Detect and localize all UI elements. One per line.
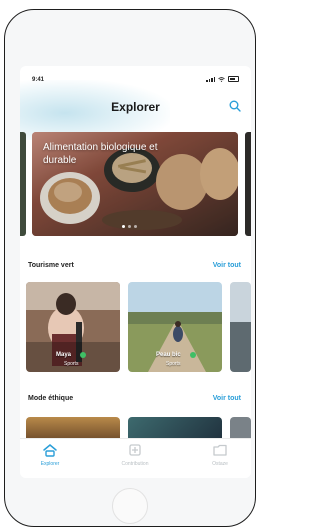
page-title: Explorer <box>111 100 160 114</box>
verified-badge-icon <box>80 352 86 358</box>
card-peau-bic[interactable]: Peau bic Sports <box>128 282 222 372</box>
tab-label: Ostaze <box>212 461 228 467</box>
carousel-dot[interactable] <box>122 225 125 228</box>
contribution-icon <box>129 444 141 456</box>
card-image <box>26 282 120 372</box>
card-category: Sports <box>166 361 181 367</box>
tab-bar: Explorer Contribution Ostaze <box>20 438 251 478</box>
tab-label: Explorer <box>40 461 60 467</box>
card-title: Peau bic <box>156 352 181 358</box>
carousel-dot[interactable] <box>134 225 137 228</box>
frame-marker <box>0 66 1 67</box>
carousel-prev-peek[interactable] <box>20 132 26 236</box>
section-title-mode: Mode éthique <box>28 395 74 402</box>
search-icon[interactable] <box>229 100 241 112</box>
tab-explorer[interactable]: Explorer <box>20 443 80 467</box>
hero-title: Alimentation biologique et durable <box>43 142 158 166</box>
voir-tout-tourisme-link[interactable]: Voir tout <box>213 262 241 269</box>
carousel-dot[interactable] <box>128 225 131 228</box>
voir-tout-mode-link[interactable]: Voir tout <box>213 395 241 402</box>
card-title: Maya <box>56 352 72 358</box>
tab-contribution[interactable]: Contribution <box>105 443 165 467</box>
verified-badge-icon <box>190 352 196 358</box>
tab-ostaze[interactable]: Ostaze <box>190 443 250 467</box>
card-image <box>230 282 251 372</box>
card-peek[interactable] <box>230 282 251 372</box>
status-icons <box>206 76 239 82</box>
card-image <box>128 282 222 372</box>
folder-icon <box>213 444 227 456</box>
app-screen: 9:41 Explorer <box>20 66 251 478</box>
hero-carousel[interactable]: Alimentation biologique et durable <box>32 132 238 236</box>
section-title-tourisme: Tourisme vert <box>28 262 74 269</box>
battery-icon <box>228 76 239 82</box>
explore-icon <box>43 444 57 457</box>
card-maya[interactable]: Maya Sports <box>26 282 120 372</box>
card-category: Sports <box>64 361 79 367</box>
carousel-dots <box>122 225 137 228</box>
signal-icon <box>206 76 215 82</box>
home-button[interactable] <box>112 488 148 524</box>
tab-label: Contribution <box>121 461 149 467</box>
carousel-next-peek[interactable] <box>245 132 251 236</box>
wifi-icon <box>218 76 225 82</box>
